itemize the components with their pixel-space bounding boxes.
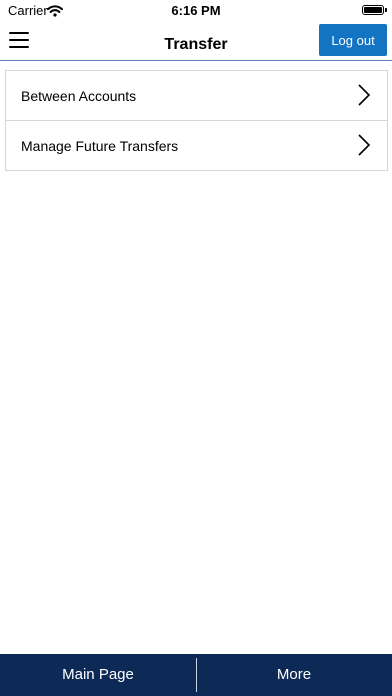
hamburger-line <box>9 32 29 34</box>
nav-bar: Transfer Log out <box>0 22 392 61</box>
list-item-manage-future-transfers[interactable]: Manage Future Transfers <box>6 121 387 170</box>
battery-level <box>364 7 382 13</box>
list-item-between-accounts[interactable]: Between Accounts <box>6 71 387 121</box>
logout-button[interactable]: Log out <box>319 24 387 56</box>
chevron-right-icon <box>358 84 371 106</box>
status-bar: Carrier 6:16 PM <box>0 0 392 22</box>
battery-icon <box>362 5 384 15</box>
bottom-tab-bar: Main Page More <box>0 654 392 696</box>
status-time: 6:16 PM <box>171 3 221 18</box>
list-item-label: Between Accounts <box>21 88 137 104</box>
tab-more[interactable]: More <box>196 654 392 696</box>
battery-tip <box>385 8 387 12</box>
transfer-menu-list: Between Accounts Manage Future Transfers <box>5 70 388 171</box>
list-item-label: Manage Future Transfers <box>21 138 179 154</box>
tab-main-page[interactable]: Main Page <box>0 654 196 696</box>
chevron-right-icon <box>358 134 371 156</box>
